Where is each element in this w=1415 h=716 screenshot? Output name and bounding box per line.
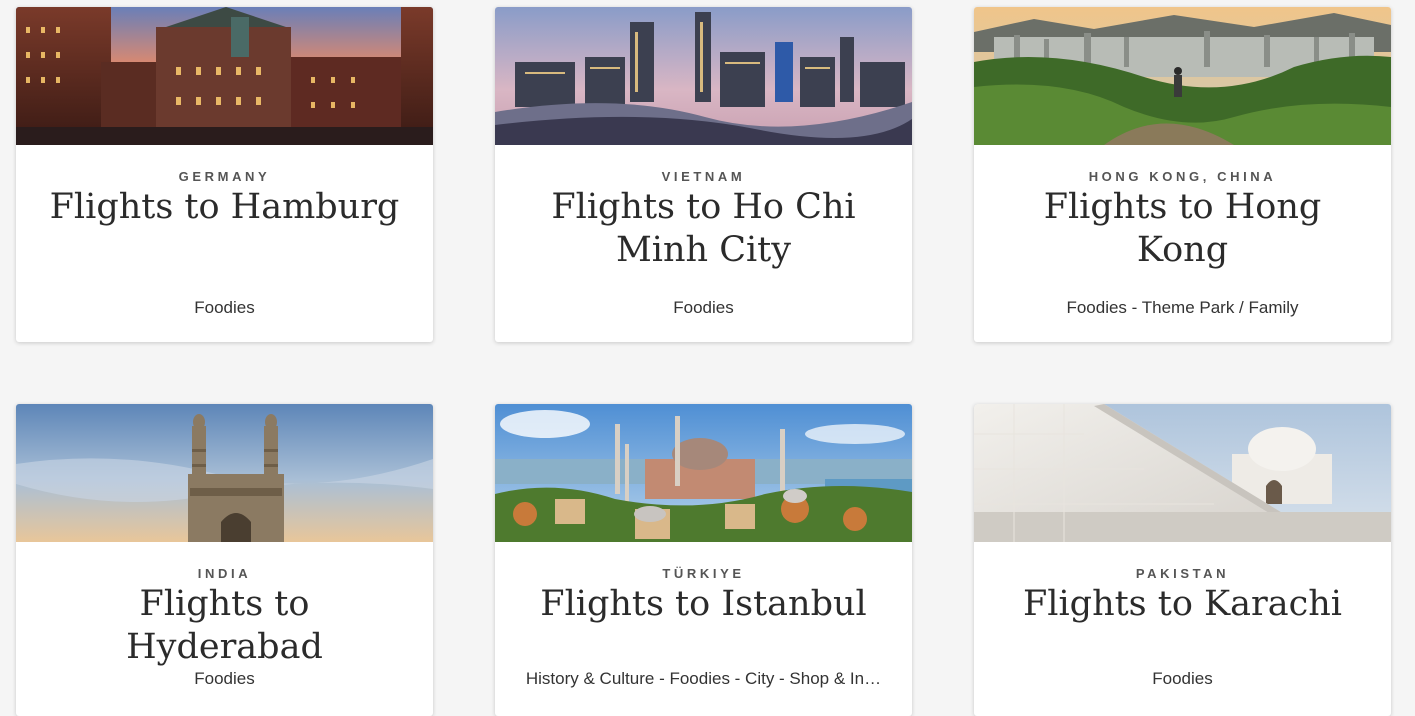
card-tags: Foodies bbox=[673, 298, 734, 317]
card-tags: Foodies bbox=[194, 669, 255, 688]
card-title[interactable]: Flights to Hamburg bbox=[38, 186, 411, 229]
card-title[interactable]: Flights to Hong Kong bbox=[996, 186, 1369, 272]
charminar-photo[interactable] bbox=[16, 404, 433, 542]
mazar-e-quaid-photo[interactable] bbox=[974, 404, 1391, 542]
destination-card-ho-chi-minh-city[interactable]: Vietnam Flights to Ho Chi Minh City Food… bbox=[495, 7, 912, 342]
card-title[interactable]: Flights to Karachi bbox=[996, 583, 1369, 626]
destination-card-karachi[interactable]: Pakistan Flights to Karachi Foodies bbox=[974, 404, 1391, 716]
destination-card-hong-kong[interactable]: Hong Kong, China Flights to Hong Kong Fo… bbox=[974, 7, 1391, 342]
hagia-sophia-photo[interactable] bbox=[495, 404, 912, 542]
card-tags: History & Culture - Foodies - City - Sho… bbox=[525, 669, 882, 688]
ho-chi-minh-skyline-photo[interactable] bbox=[495, 7, 912, 145]
card-country: Vietnam bbox=[661, 169, 746, 184]
card-country: Hong Kong, China bbox=[1088, 169, 1277, 184]
card-tags: Foodies bbox=[194, 298, 255, 317]
card-tags: Foodies bbox=[1152, 669, 1213, 688]
card-tags: Foodies - Theme Park / Family bbox=[1066, 298, 1299, 317]
hong-kong-hiker-photo[interactable] bbox=[974, 7, 1391, 145]
destination-card-hyderabad[interactable]: India Flights to Hyderabad Foodies bbox=[16, 404, 433, 716]
destination-card-istanbul[interactable]: Türkiye Flights to Istanbul History & Cu… bbox=[495, 404, 912, 716]
card-country: India bbox=[197, 566, 252, 581]
card-country: Germany bbox=[178, 169, 271, 184]
card-title[interactable]: Flights to Istanbul bbox=[517, 583, 890, 626]
destination-grid: Germany Flights to Hamburg Foodies bbox=[0, 0, 1415, 716]
card-country: Pakistan bbox=[1135, 566, 1230, 581]
hamburg-warehouse-district-photo[interactable] bbox=[16, 7, 433, 145]
card-country: Türkiye bbox=[662, 566, 745, 581]
destination-card-hamburg[interactable]: Germany Flights to Hamburg Foodies bbox=[16, 7, 433, 342]
card-title[interactable]: Flights to Hyderabad bbox=[38, 583, 411, 669]
card-title[interactable]: Flights to Ho Chi Minh City bbox=[517, 186, 890, 272]
